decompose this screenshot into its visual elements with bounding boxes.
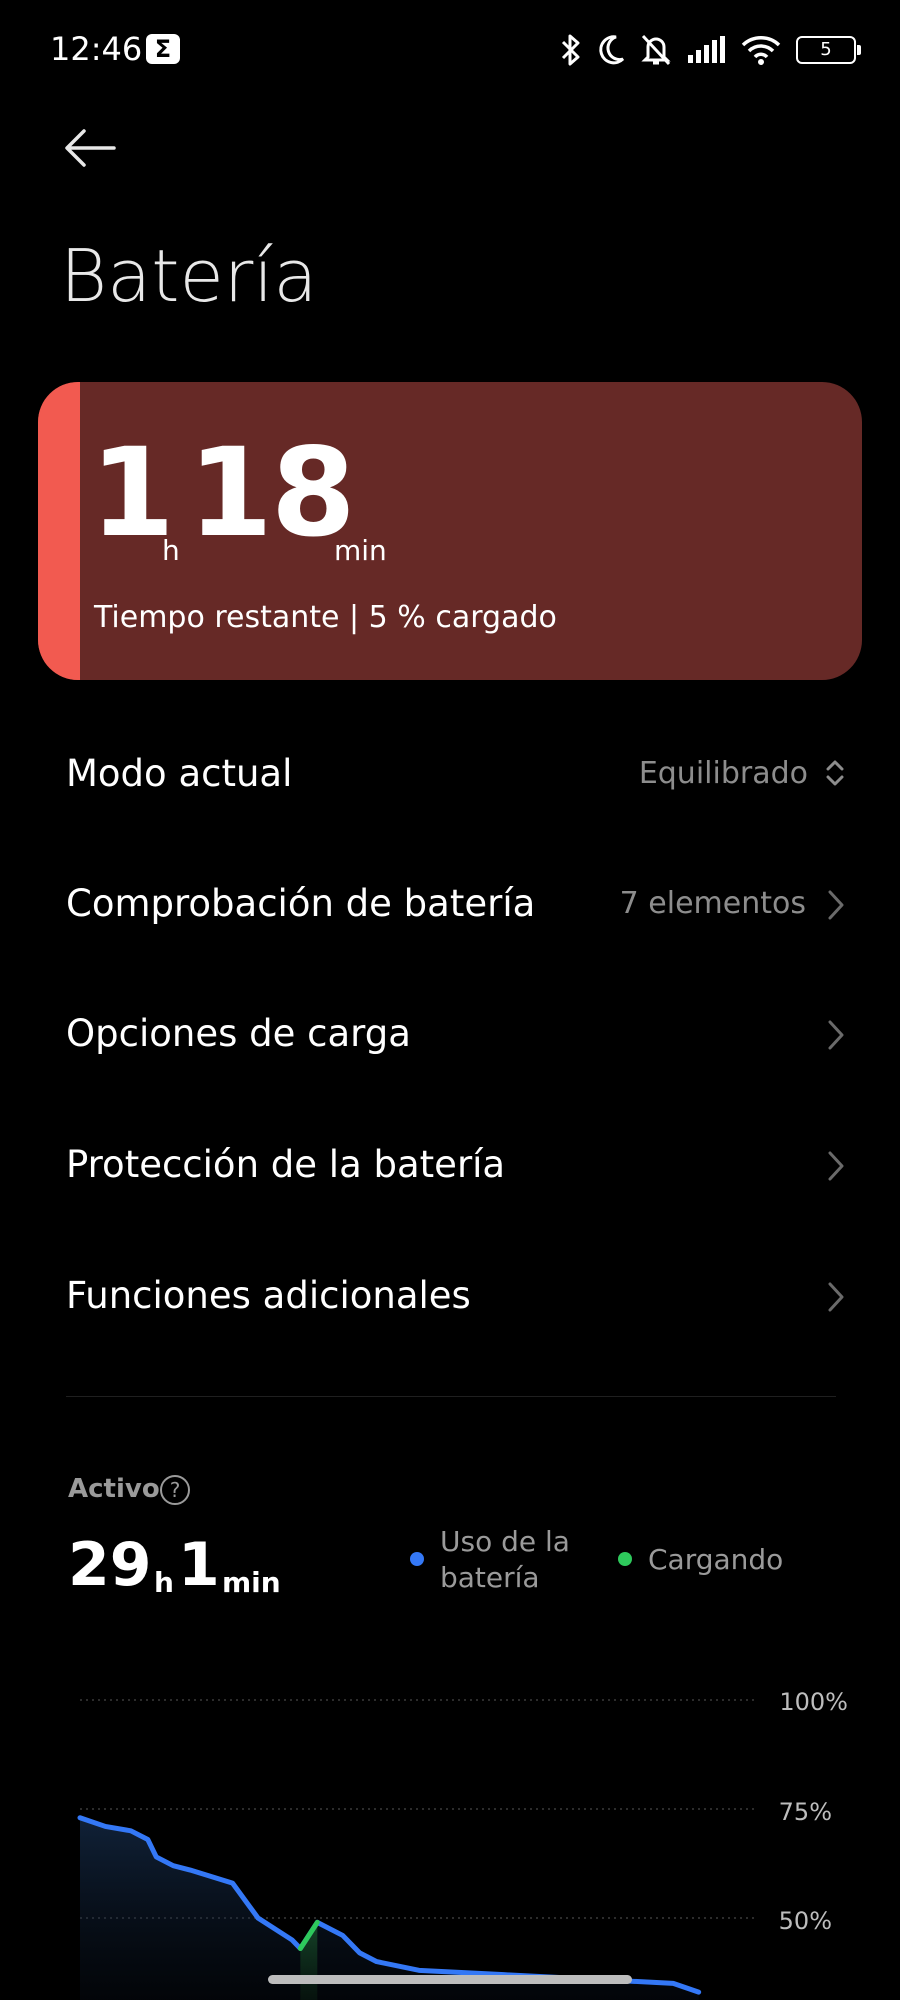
battery-level-accent bbox=[38, 382, 80, 680]
help-icon[interactable]: ? bbox=[160, 1475, 190, 1505]
section-divider bbox=[66, 1396, 836, 1397]
battery-check-label: Comprobación de batería bbox=[66, 882, 536, 925]
remaining-minutes-unit: min bbox=[334, 534, 387, 567]
charging-options-row[interactable]: Opciones de carga bbox=[66, 994, 846, 1074]
bell-off-icon bbox=[641, 34, 671, 66]
legend-charging-label: Cargando bbox=[648, 1543, 784, 1576]
battery-use-area bbox=[80, 1817, 699, 2000]
current-mode-row[interactable]: Modo actual Equilibrado bbox=[66, 734, 846, 814]
battery-check-value: 7 elementos bbox=[619, 886, 806, 921]
home-indicator[interactable] bbox=[268, 1975, 632, 1984]
legend-battery-use-label: Uso de la bbox=[440, 1525, 570, 1558]
active-hours: 29 bbox=[68, 1530, 152, 1600]
battery-status-text: Tiempo restante | 5 % cargado bbox=[94, 600, 557, 635]
remaining-hours-unit: h bbox=[162, 534, 180, 567]
status-time: 12:46 bbox=[50, 30, 143, 68]
active-minutes-unit: min bbox=[222, 1566, 281, 1599]
battery-remaining-card: 1 h 18 min Tiempo restante | 5 % cargado bbox=[38, 382, 862, 680]
active-time-label: Activo bbox=[68, 1474, 160, 1504]
battery-icon: 5 bbox=[796, 36, 861, 64]
active-minutes: 1 bbox=[178, 1530, 220, 1600]
remaining-minutes: 18 bbox=[188, 422, 356, 564]
signal-icon bbox=[688, 36, 725, 63]
notification-badge-icon: Σ bbox=[146, 34, 180, 64]
battery-protection-row[interactable]: Protección de la batería bbox=[66, 1125, 846, 1205]
legend-battery-use-label-line2: batería bbox=[440, 1561, 540, 1594]
arrow-left-icon bbox=[65, 129, 116, 167]
moon-icon bbox=[599, 35, 625, 65]
additional-features-row[interactable]: Funciones adicionales bbox=[66, 1256, 846, 1336]
back-button[interactable] bbox=[62, 126, 118, 174]
chevron-right-icon bbox=[828, 890, 844, 920]
additional-features-label: Funciones adicionales bbox=[66, 1274, 471, 1317]
wifi-icon bbox=[741, 36, 781, 65]
status-icons: 5 bbox=[560, 30, 861, 70]
charging-options-label: Opciones de carga bbox=[66, 1012, 411, 1055]
chevron-right-icon bbox=[828, 1020, 844, 1050]
battery-check-row[interactable]: Comprobación de batería 7 elementos bbox=[66, 864, 846, 944]
battery-usage-chart bbox=[77, 1699, 758, 2000]
legend-battery-use-dot bbox=[410, 1552, 424, 1566]
bluetooth-icon bbox=[561, 34, 580, 66]
legend-charging-dot bbox=[618, 1552, 632, 1566]
chevron-right-icon bbox=[828, 1282, 844, 1312]
current-mode-label: Modo actual bbox=[66, 752, 293, 795]
remaining-hours: 1 bbox=[90, 422, 175, 564]
active-hours-unit: h bbox=[154, 1566, 174, 1599]
battery-protection-label: Protección de la batería bbox=[66, 1143, 506, 1186]
page-title: Batería bbox=[60, 234, 318, 318]
current-mode-value: Equilibrado bbox=[638, 756, 808, 791]
chevron-right-icon bbox=[828, 1151, 844, 1181]
chevron-updown-icon bbox=[826, 760, 844, 786]
